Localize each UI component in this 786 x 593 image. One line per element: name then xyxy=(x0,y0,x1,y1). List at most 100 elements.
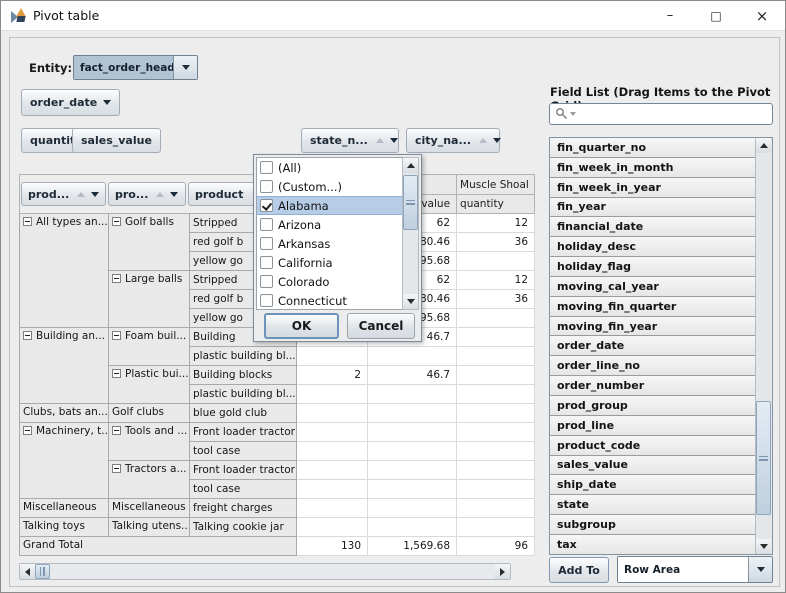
value-cell xyxy=(368,499,457,518)
value-cell xyxy=(297,518,368,537)
row-field-order-date[interactable]: order_date xyxy=(21,89,120,116)
scroll-left-icon[interactable] xyxy=(20,564,35,579)
field-item[interactable]: prod_group xyxy=(550,396,755,416)
add-to-button[interactable]: Add To xyxy=(549,557,609,583)
collapse-icon[interactable] xyxy=(112,464,121,473)
product-cell: Front loader tractor xyxy=(190,423,297,442)
field-item[interactable]: product_code xyxy=(550,436,755,456)
product-cell: tool case xyxy=(190,480,297,499)
filter-dropdown-icon[interactable] xyxy=(170,192,178,197)
header-button-prod-group[interactable]: prod... xyxy=(21,182,106,206)
cancel-button[interactable]: Cancel xyxy=(347,313,415,339)
header-button-label: product xyxy=(195,188,243,201)
product-cell: blue gold club xyxy=(190,404,297,423)
filter-item[interactable]: Arkansas xyxy=(257,234,402,253)
horizontal-scrollbar-thumb[interactable] xyxy=(35,564,50,579)
field-item[interactable]: moving_cal_year xyxy=(550,277,755,297)
row-group-cell: Tools and ... xyxy=(109,423,190,461)
popup-vertical-scrollbar[interactable] xyxy=(402,157,419,310)
header-button-prod-line[interactable]: pro... xyxy=(108,182,186,206)
filter-item[interactable]: Arizona xyxy=(257,215,402,234)
filter-item-selected[interactable]: Alabama xyxy=(257,196,402,215)
field-item[interactable]: moving_fin_year xyxy=(550,317,755,337)
scroll-up-icon[interactable] xyxy=(403,158,418,173)
data-field-sales-value[interactable]: sales_value xyxy=(72,128,161,153)
chevron-down-icon[interactable] xyxy=(173,56,197,79)
search-input[interactable] xyxy=(576,106,772,122)
field-list-scrollbar-thumb[interactable] xyxy=(756,401,771,515)
filter-item[interactable]: Colorado xyxy=(257,272,402,291)
product-cell: freight charges xyxy=(190,499,297,518)
value-cell: 2 xyxy=(297,366,368,385)
field-item[interactable]: moving_fin_quarter xyxy=(550,297,755,317)
collapse-icon[interactable] xyxy=(23,426,32,435)
collapse-icon[interactable] xyxy=(112,426,121,435)
field-item[interactable]: subgroup xyxy=(550,515,755,535)
field-item[interactable]: fin_week_in_month xyxy=(550,158,755,178)
filter-item[interactable]: (All) xyxy=(257,158,402,177)
checkbox-icon[interactable] xyxy=(260,180,273,193)
value-cell: 130 xyxy=(297,537,368,556)
sort-up-icon xyxy=(376,138,384,143)
value-cell xyxy=(368,480,457,499)
collapse-icon[interactable] xyxy=(112,369,121,378)
field-item[interactable]: fin_year xyxy=(550,198,755,218)
entity-combobox[interactable]: fact_order_header xyxy=(73,55,198,80)
checkbox-icon[interactable] xyxy=(260,237,273,250)
value-cell: 12 xyxy=(457,271,535,290)
filter-item[interactable]: Connecticut xyxy=(257,291,402,310)
popup-scrollbar-thumb[interactable] xyxy=(403,175,418,230)
field-item[interactable]: order_line_no xyxy=(550,356,755,376)
minimize-icon[interactable]: – xyxy=(647,1,693,31)
column-field-state-name[interactable]: state_n... xyxy=(301,128,399,153)
state-filter-popup: (All) (Custom...) Alabama Arizona Arkans… xyxy=(253,154,422,342)
filter-dropdown-icon[interactable] xyxy=(390,138,398,143)
filter-dropdown-icon[interactable] xyxy=(91,192,99,197)
checkbox-checked-icon[interactable] xyxy=(260,199,273,212)
field-item[interactable]: holiday_desc xyxy=(550,237,755,257)
product-cell: plastic building bl... xyxy=(190,347,297,366)
collapse-icon[interactable] xyxy=(112,217,121,226)
field-item[interactable]: prod_line xyxy=(550,416,755,436)
checkbox-icon[interactable] xyxy=(260,294,273,307)
checkbox-icon[interactable] xyxy=(260,218,273,231)
collapse-icon[interactable] xyxy=(112,274,121,283)
collapse-icon[interactable] xyxy=(112,331,121,340)
field-item[interactable]: order_date xyxy=(550,336,755,356)
sort-up-icon xyxy=(77,192,85,197)
field-item[interactable]: order_number xyxy=(550,376,755,396)
field-search-box[interactable] xyxy=(549,103,773,125)
scroll-up-icon[interactable] xyxy=(756,138,771,153)
scroll-down-icon[interactable] xyxy=(403,294,418,309)
field-item[interactable]: financial_date xyxy=(550,217,755,237)
target-area-combobox[interactable]: Row Area xyxy=(617,556,773,583)
product-cell: plastic building bl... xyxy=(190,385,297,404)
filter-item[interactable]: California xyxy=(257,253,402,272)
dropdown-arrow-icon[interactable] xyxy=(103,100,111,105)
scroll-right-icon[interactable] xyxy=(495,564,510,579)
column-field-city-name[interactable]: city_na... xyxy=(406,128,500,153)
field-item[interactable]: fin_quarter_no xyxy=(550,138,755,158)
field-item[interactable]: state xyxy=(550,495,755,515)
field-item[interactable]: holiday_flag xyxy=(550,257,755,277)
horizontal-scrollbar[interactable] xyxy=(19,563,511,580)
filter-item[interactable]: (Custom...) xyxy=(257,177,402,196)
scroll-down-icon[interactable] xyxy=(756,539,771,554)
chevron-down-icon[interactable] xyxy=(748,557,772,582)
checkbox-icon[interactable] xyxy=(260,275,273,288)
value-cell xyxy=(297,404,368,423)
close-icon[interactable]: × xyxy=(739,1,785,31)
checkbox-icon[interactable] xyxy=(260,256,273,269)
value-cell xyxy=(297,499,368,518)
maximize-icon[interactable]: □ xyxy=(693,1,739,31)
checkbox-icon[interactable] xyxy=(260,161,273,174)
filter-dropdown-icon[interactable] xyxy=(493,138,501,143)
field-item[interactable]: ship_date xyxy=(550,475,755,495)
field-item[interactable]: fin_week_in_year xyxy=(550,178,755,198)
collapse-icon[interactable] xyxy=(23,217,32,226)
field-item[interactable]: tax xyxy=(550,535,755,555)
field-item[interactable]: sales_value xyxy=(550,456,755,476)
collapse-icon[interactable] xyxy=(23,331,32,340)
ok-button[interactable]: OK xyxy=(264,313,339,339)
field-list-scrollbar[interactable] xyxy=(755,138,772,554)
